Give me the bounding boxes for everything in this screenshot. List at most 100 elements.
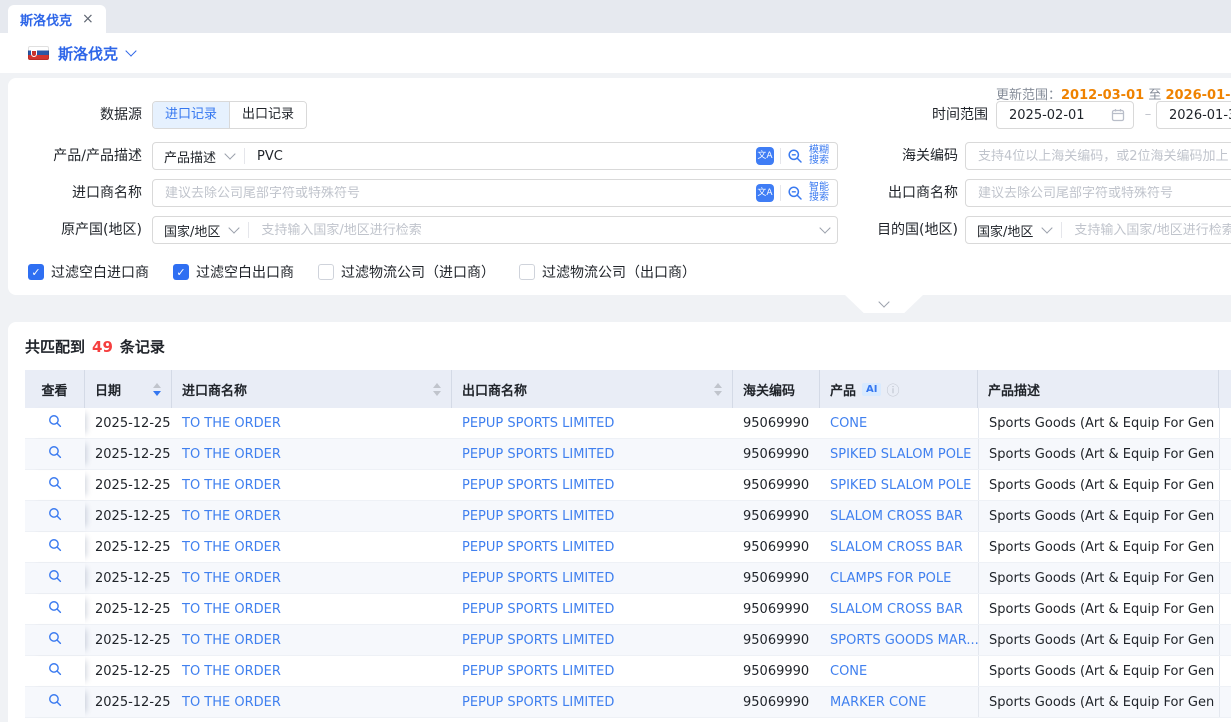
chevron-down-icon bbox=[229, 222, 240, 233]
sort-icon[interactable] bbox=[145, 383, 161, 396]
origin-country-type-select[interactable]: 国家/地区 bbox=[153, 221, 248, 240]
importer-link[interactable]: TO THE ORDER bbox=[182, 633, 281, 648]
exporter-link[interactable]: PEPUP SPORTS LIMITED bbox=[462, 478, 614, 493]
checkbox-icon[interactable]: ✓ bbox=[173, 264, 189, 280]
column-header-date[interactable]: 日期 bbox=[85, 370, 172, 408]
date-from-input[interactable] bbox=[997, 108, 1103, 123]
hs-code-input[interactable] bbox=[966, 149, 1231, 164]
importer-link[interactable]: TO THE ORDER bbox=[182, 416, 281, 431]
view-record-button[interactable] bbox=[48, 631, 62, 649]
translate-icon[interactable]: 文A bbox=[756, 184, 774, 202]
importer-link[interactable]: TO THE ORDER bbox=[182, 509, 281, 524]
exporter-cell: PEPUP SPORTS LIMITED bbox=[452, 408, 733, 438]
exporter-link[interactable]: PEPUP SPORTS LIMITED bbox=[462, 602, 614, 617]
checkbox-icon[interactable] bbox=[519, 264, 535, 280]
importer-input[interactable] bbox=[153, 186, 748, 201]
sort-icon[interactable] bbox=[425, 383, 441, 396]
exporter-link[interactable]: PEPUP SPORTS LIMITED bbox=[462, 633, 614, 648]
view-record-button[interactable] bbox=[48, 476, 62, 494]
dest-country-label: 目的国(地区) bbox=[798, 216, 958, 244]
exporter-link[interactable]: PEPUP SPORTS LIMITED bbox=[462, 540, 614, 555]
exporter-link[interactable]: PEPUP SPORTS LIMITED bbox=[462, 571, 614, 586]
clipped-cell: … bbox=[1219, 501, 1231, 531]
view-record-button[interactable] bbox=[48, 600, 62, 618]
view-record-button[interactable] bbox=[48, 569, 62, 587]
sort-icon[interactable] bbox=[706, 383, 722, 396]
product-link[interactable]: SLALOM CROSS BAR bbox=[830, 540, 963, 555]
exporter-link[interactable]: PEPUP SPORTS LIMITED bbox=[462, 416, 614, 431]
tab-slovakia[interactable]: 斯洛伐克 × bbox=[8, 5, 106, 33]
exporter-link[interactable]: PEPUP SPORTS LIMITED bbox=[462, 509, 614, 524]
exporter-input[interactable] bbox=[966, 186, 1231, 201]
product-link[interactable]: SLALOM CROSS BAR bbox=[830, 509, 963, 524]
exporter-cell: PEPUP SPORTS LIMITED bbox=[452, 439, 733, 469]
collapse-panel-handle[interactable] bbox=[845, 295, 923, 313]
product-link[interactable]: SPORTS GOODS MAR... bbox=[830, 633, 978, 648]
chevron-down-icon[interactable] bbox=[125, 45, 136, 56]
country-name[interactable]: 斯洛伐克 bbox=[58, 43, 118, 64]
importer-link[interactable]: TO THE ORDER bbox=[182, 540, 281, 555]
view-cell bbox=[25, 408, 85, 438]
exporter-link[interactable]: PEPUP SPORTS LIMITED bbox=[462, 447, 614, 462]
product-link[interactable]: MARKER CONE bbox=[830, 695, 926, 710]
dest-country-input[interactable] bbox=[1062, 223, 1231, 238]
filter-checkbox-0[interactable]: ✓过滤空白进口商 bbox=[28, 262, 149, 282]
info-icon[interactable]: ⓘ bbox=[886, 380, 899, 399]
product-type-select[interactable]: 产品描述 bbox=[153, 147, 244, 166]
filter-checkbox-1[interactable]: ✓过滤空白出口商 bbox=[173, 262, 294, 282]
view-record-button[interactable] bbox=[48, 538, 62, 556]
importer-link[interactable]: TO THE ORDER bbox=[182, 447, 281, 462]
importer-link[interactable]: TO THE ORDER bbox=[182, 695, 281, 710]
product-cell: SLALOM CROSS BAR bbox=[820, 594, 978, 624]
close-icon[interactable]: × bbox=[82, 12, 94, 26]
exporter-link[interactable]: PEPUP SPORTS LIMITED bbox=[462, 695, 614, 710]
product-link[interactable]: SLALOM CROSS BAR bbox=[830, 602, 963, 617]
tab-import-records[interactable]: 进口记录 bbox=[153, 102, 229, 128]
column-header-importer[interactable]: 进口商名称 bbox=[172, 370, 452, 408]
view-record-button[interactable] bbox=[48, 693, 62, 711]
product-search-input[interactable] bbox=[245, 149, 748, 164]
date-to-input[interactable] bbox=[1157, 108, 1231, 123]
exporter-cell: PEPUP SPORTS LIMITED bbox=[452, 594, 733, 624]
checkbox-icon[interactable] bbox=[318, 264, 334, 280]
product-link[interactable]: CONE bbox=[830, 664, 867, 679]
hs_code-text: 95069990 bbox=[743, 447, 809, 462]
view-record-button[interactable] bbox=[48, 662, 62, 680]
product-cell: MARKER CONE bbox=[820, 687, 978, 717]
hs_code-cell: 95069990 bbox=[733, 501, 820, 531]
calendar-icon[interactable] bbox=[1103, 108, 1133, 122]
filter-checkbox-3[interactable]: 过滤物流公司（出口商） bbox=[519, 262, 696, 282]
column-header-extra bbox=[1219, 370, 1231, 408]
product-cell: SPORTS GOODS MAR... bbox=[820, 625, 978, 655]
product-link[interactable]: SPIKED SLALOM POLE bbox=[830, 447, 971, 462]
product-cell: SLALOM CROSS BAR bbox=[820, 501, 978, 531]
translate-icon[interactable]: 文A bbox=[756, 147, 774, 165]
date-cell: 2025-12-25 bbox=[85, 594, 172, 624]
table-row: 2025-12-25TO THE ORDERPEPUP SPORTS LIMIT… bbox=[25, 501, 1231, 532]
column-header-label: 查看 bbox=[41, 380, 67, 399]
checkbox-icon[interactable]: ✓ bbox=[28, 264, 44, 280]
hs_code-cell: 95069990 bbox=[733, 656, 820, 686]
importer-link[interactable]: TO THE ORDER bbox=[182, 571, 281, 586]
column-header-exporter[interactable]: 出口商名称 bbox=[452, 370, 733, 408]
view-record-button[interactable] bbox=[48, 445, 62, 463]
hs-code-label: 海关编码 bbox=[798, 142, 958, 170]
importer-link[interactable]: TO THE ORDER bbox=[182, 664, 281, 679]
product-link[interactable]: CLAMPS FOR POLE bbox=[830, 571, 951, 586]
product-link[interactable]: SPIKED SLALOM POLE bbox=[830, 478, 971, 493]
filter-checkbox-2[interactable]: 过滤物流公司（进口商） bbox=[318, 262, 495, 282]
product-link[interactable]: CONE bbox=[830, 416, 867, 431]
sort-desc-icon bbox=[714, 391, 722, 396]
exporter-link[interactable]: PEPUP SPORTS LIMITED bbox=[462, 664, 614, 679]
sort-asc-icon bbox=[714, 383, 722, 388]
date-text: 2025-12-25 bbox=[95, 695, 171, 710]
origin-country-input[interactable] bbox=[249, 223, 813, 238]
view-record-button[interactable] bbox=[48, 414, 62, 432]
view-record-button[interactable] bbox=[48, 507, 62, 525]
importer-link[interactable]: TO THE ORDER bbox=[182, 478, 281, 493]
importer-link[interactable]: TO THE ORDER bbox=[182, 602, 281, 617]
tab-export-records[interactable]: 出口记录 bbox=[229, 102, 306, 128]
date-text: 2025-12-25 bbox=[95, 447, 171, 462]
dest-country-type-select[interactable]: 国家/地区 bbox=[966, 221, 1061, 240]
description-text: Sports Goods (Art & Equip For Gen ... bbox=[989, 416, 1219, 431]
